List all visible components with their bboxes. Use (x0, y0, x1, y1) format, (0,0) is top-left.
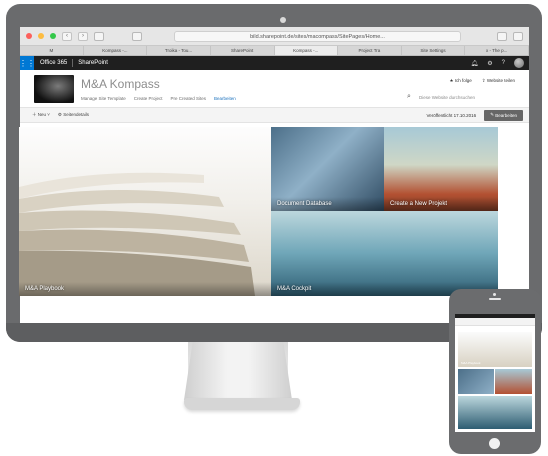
share-site-button[interactable]: ⇪ Website teilen (482, 78, 515, 84)
share-label: Website teilen (486, 78, 515, 83)
tile-caption: M&A Playbook (19, 282, 271, 296)
phone-tile-new-project[interactable] (495, 369, 532, 394)
nav-link-pre-created-sites[interactable]: Pre Created Sites (170, 96, 206, 101)
phone-device: M&A Playbook (449, 289, 541, 454)
page-details-label: Seitendetails (63, 112, 89, 117)
site-header: M&A Kompass Manage Site Template Create … (20, 70, 529, 107)
app-launcher-icon[interactable]: ⋮⋮ (20, 56, 35, 70)
printer-icon[interactable] (132, 31, 142, 41)
command-bar: ＋ Neu ˅ ⚙ Seitendetails Veröffentlicht 1… (20, 107, 529, 123)
edit-button[interactable]: ✎ Bearbeiten (484, 109, 523, 121)
minimize-window-icon[interactable] (38, 33, 44, 39)
new-label: Neu (37, 112, 47, 117)
site-title[interactable]: M&A Kompass (81, 77, 160, 91)
sidebar-icon[interactable] (94, 31, 104, 41)
browser-tab[interactable]: Troika - Tou... (147, 46, 211, 55)
forward-icon[interactable]: › (78, 31, 88, 41)
back-icon[interactable]: ‹ (62, 31, 72, 41)
follow-button[interactable]: ★ Ich folge (449, 78, 471, 84)
bell-icon[interactable]: 🔔︎ (471, 60, 479, 67)
tile-document-database[interactable]: Document Database (271, 127, 384, 211)
phone-tile-playbook[interactable]: M&A Playbook (458, 332, 532, 367)
close-window-icon[interactable] (26, 33, 32, 39)
suite-product[interactable]: SharePoint (78, 60, 108, 66)
edit-label: Bearbeiten (495, 112, 517, 118)
tile-playbook[interactable]: M&A Playbook (19, 127, 271, 296)
site-search-input[interactable]: Diese Website durchsuchen (405, 93, 515, 102)
home-button-icon[interactable] (489, 438, 500, 449)
phone-tile-cockpit[interactable] (458, 396, 532, 429)
site-actions: ★ Ich folge ⇪ Website teilen (449, 78, 515, 84)
monitor-foot (184, 398, 300, 410)
nav-link-manage-template[interactable]: Manage Site Template (81, 96, 126, 101)
follow-label: Ich folge (454, 78, 472, 83)
browser-tab[interactable]: SharePoint (211, 46, 275, 55)
site-navigation: Manage Site Template Create Project Pre … (81, 96, 236, 101)
avatar[interactable] (514, 58, 524, 68)
book-illustration (19, 172, 255, 296)
phone-tile-caption: M&A Playbook (461, 361, 481, 365)
phone-speaker (489, 298, 501, 300)
help-icon[interactable]: ? (502, 60, 505, 66)
share-icon[interactable] (497, 31, 507, 41)
browser-tab[interactable]: Site Settings (402, 46, 466, 55)
monitor-stand (188, 342, 288, 400)
nav-link-edit[interactable]: Bearbeiten (214, 96, 236, 101)
phone-screen: M&A Playbook (455, 314, 535, 432)
phone-camera (493, 293, 496, 296)
browser-tab-active[interactable]: Kompass -... (274, 46, 339, 55)
phone-tile-document-database[interactable] (458, 369, 494, 394)
phone-header (455, 318, 535, 326)
browser-tab[interactable]: x - The p... (465, 46, 529, 55)
suite-bar: ⋮⋮ Office 365 SharePoint 🔔︎ ⚙ ? (20, 56, 529, 70)
tile-new-project[interactable]: Create a New Projekt (384, 127, 498, 211)
tile-cockpit[interactable]: M&A Cockpit (271, 211, 498, 296)
new-button[interactable]: ＋ Neu ˅ (32, 112, 50, 118)
browser-tabs: M Kompass -... Troika - Tou... SharePoin… (20, 46, 529, 56)
published-status: Veröffentlicht 17.10.2016 (426, 112, 477, 118)
camera-dot (280, 17, 286, 23)
gear-icon[interactable]: ⚙ (487, 60, 492, 67)
browser-tab[interactable]: Project Tra (338, 46, 402, 55)
suite-app-name[interactable]: Office 365 (40, 60, 67, 66)
tile-caption: Document Database (271, 197, 384, 211)
suite-divider (72, 59, 74, 67)
tabs-icon[interactable] (513, 31, 523, 41)
address-bar[interactable]: bild.sharepoint.de/sites/macompass/SiteP… (174, 30, 461, 42)
site-logo[interactable] (34, 75, 74, 103)
browser-tab[interactable]: M (20, 46, 84, 55)
maximize-window-icon[interactable] (50, 33, 56, 39)
page-details-button[interactable]: ⚙ Seitendetails (58, 112, 89, 118)
browser-toolbar: ‹ › bild.sharepoint.de/sites/macompass/S… (20, 27, 529, 46)
browser-tab[interactable]: Kompass -... (84, 46, 148, 55)
tile-caption: Create a New Projekt (384, 197, 498, 211)
nav-link-create-project[interactable]: Create Project (134, 96, 163, 101)
